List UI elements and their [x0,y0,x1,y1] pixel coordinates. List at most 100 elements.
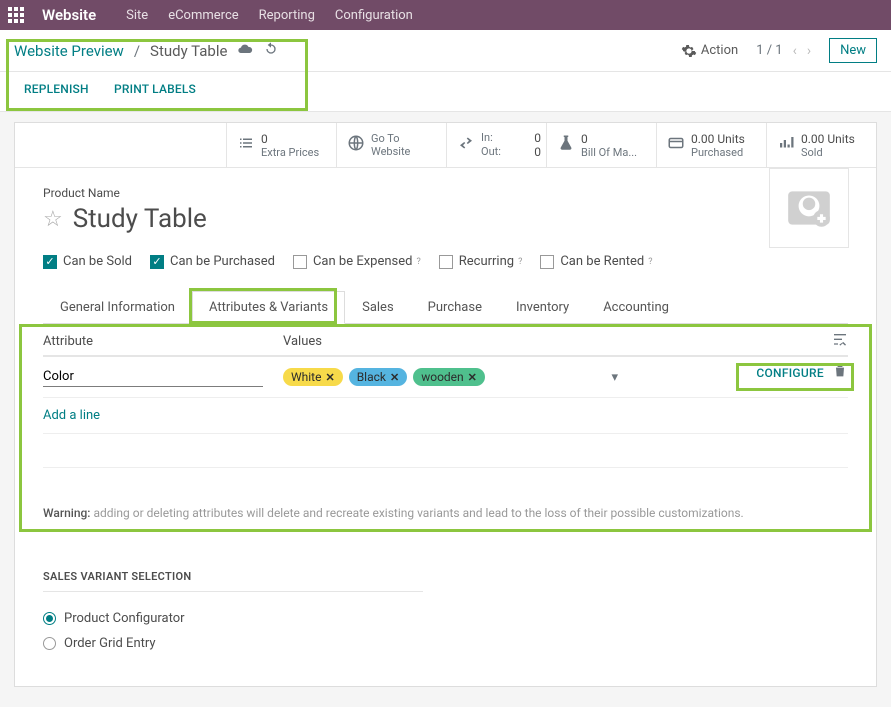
help-icon[interactable]: ? [416,257,420,267]
sales-variant-selection: SALES VARIANT SELECTION Product Configur… [15,550,876,686]
menu-ecommerce[interactable]: eCommerce [168,8,238,23]
cloud-icon[interactable] [237,41,253,61]
form-card: 0Extra Prices Go To Website In:0 Out:0 0… [14,122,877,687]
radio-product-configurator[interactable]: Product Configurator [43,606,848,631]
tag-white[interactable]: White✕ [283,368,343,386]
help-icon[interactable]: ? [518,257,522,267]
check-recurring[interactable]: Recurring? [439,254,523,269]
menu-configuration[interactable]: Configuration [335,8,413,23]
check-can-be-rented[interactable]: Can be Rented? [540,254,652,269]
stat-num: 0.00 Units [691,132,745,146]
tag-black[interactable]: Black✕ [349,368,408,386]
check-label: Recurring [459,254,514,269]
check-label: Can be Rented [560,254,644,269]
new-button[interactable]: New [829,38,877,63]
stat-goto-website[interactable]: Go To Website [336,123,446,167]
attribute-name-input[interactable] [43,367,263,387]
table-row [43,468,848,494]
bar-chart-icon [777,134,795,156]
check-can-be-purchased[interactable]: ✓Can be Purchased [150,254,275,269]
tab-purchase[interactable]: Purchase [411,291,499,324]
app-brand[interactable]: Website [42,6,96,24]
check-can-be-sold[interactable]: ✓Can be Sold [43,254,132,269]
tab-general-information[interactable]: General Information [43,291,192,324]
stat-label: Extra Prices [261,146,319,159]
dropdown-caret-icon[interactable]: ▾ [611,370,618,385]
remove-tag-icon[interactable]: ✕ [325,371,334,384]
remove-tag-icon[interactable]: ✕ [468,371,477,384]
stat-sold[interactable]: 0.00 UnitsSold [766,123,876,167]
menu-reporting[interactable]: Reporting [259,8,315,23]
help-icon[interactable]: ? [648,257,652,267]
top-menubar: Website Site eCommerce Reporting Configu… [0,0,891,30]
col-values: Values [283,334,848,349]
favorite-star-icon[interactable]: ☆ [43,207,63,232]
delete-row-icon[interactable] [832,363,848,383]
replenish-button[interactable]: REPLENISH [24,82,89,96]
flask-icon [557,134,575,156]
out-value: 0 [534,145,541,159]
radio-order-grid-entry[interactable]: Order Grid Entry [43,631,848,656]
menu-site[interactable]: Site [126,8,148,23]
section-title: SALES VARIANT SELECTION [43,570,423,592]
pager-text[interactable]: 1 / 1 [756,43,782,58]
radio-icon [43,612,56,625]
radio-icon [43,637,56,650]
table-row [43,434,848,468]
stat-label: Purchased [691,146,745,159]
stat-in-out[interactable]: In:0 Out:0 [446,123,546,167]
stat-buttons-row: 0Extra Prices Go To Website In:0 Out:0 0… [15,123,876,168]
column-settings-icon[interactable] [832,332,848,352]
breadcrumb-separator: / [134,42,140,60]
breadcrumb-link[interactable]: Website Preview [14,42,124,60]
col-attribute: Attribute [43,334,283,349]
attribute-row: White✕ Black✕ wooden✕ ▾ CONFIGURE [43,357,848,398]
action-buttons-bar: REPLENISH PRINT LABELS [0,72,891,112]
control-panel: Website Preview / Study Table Action 1 /… [0,30,891,72]
globe-icon [347,134,365,156]
breadcrumb-current: Study Table [150,42,227,60]
stat-label: Go To Website [371,132,436,158]
stat-label: Sold [801,146,855,159]
tab-attributes-variants[interactable]: Attributes & Variants [192,291,345,324]
add-line-link[interactable]: Add a line [43,398,848,434]
tab-inventory[interactable]: Inventory [499,291,586,324]
in-label: In: [481,131,493,145]
warning-text: Warning: adding or deleting attributes w… [43,494,848,532]
apps-icon[interactable] [8,7,24,23]
transfer-icon [457,134,475,156]
stat-bom[interactable]: 0Bill Of Ma... [546,123,656,167]
stat-purchased[interactable]: 0.00 UnitsPurchased [656,123,766,167]
remove-tag-icon[interactable]: ✕ [390,371,399,384]
configure-button[interactable]: CONFIGURE [756,366,824,380]
product-name-label: Product Name [43,186,848,200]
product-name[interactable]: Study Table [73,204,207,234]
tag-wooden[interactable]: wooden✕ [413,368,485,386]
tab-sales[interactable]: Sales [345,291,411,324]
undo-icon[interactable] [263,41,279,61]
stat-num: 0.00 Units [801,132,855,146]
stat-num: 0 [581,132,637,146]
list-icon [237,134,255,156]
product-image-placeholder[interactable] [769,168,849,248]
radio-label: Product Configurator [64,611,185,626]
tab-accounting[interactable]: Accounting [586,291,686,324]
stat-num: 0 [261,132,319,146]
action-label: Action [701,43,738,58]
action-menu[interactable]: Action [681,43,738,59]
notebook-tabs: General Information Attributes & Variant… [43,291,848,324]
stat-label: Bill Of Ma... [581,146,637,159]
pager-prev-icon[interactable]: ‹ [793,43,797,59]
pager-next-icon[interactable]: › [807,43,811,59]
attributes-header: Attribute Values [43,324,848,357]
in-value: 0 [534,131,541,145]
breadcrumb: Website Preview / Study Table [14,41,279,61]
check-label: Can be Sold [63,254,132,269]
credit-card-icon [667,134,685,156]
stat-extra-prices[interactable]: 0Extra Prices [226,123,336,167]
print-labels-button[interactable]: PRINT LABELS [114,82,196,96]
radio-label: Order Grid Entry [64,636,156,651]
check-label: Can be Purchased [170,254,275,269]
check-can-be-expensed[interactable]: Can be Expensed? [293,254,421,269]
check-label: Can be Expensed [313,254,413,269]
